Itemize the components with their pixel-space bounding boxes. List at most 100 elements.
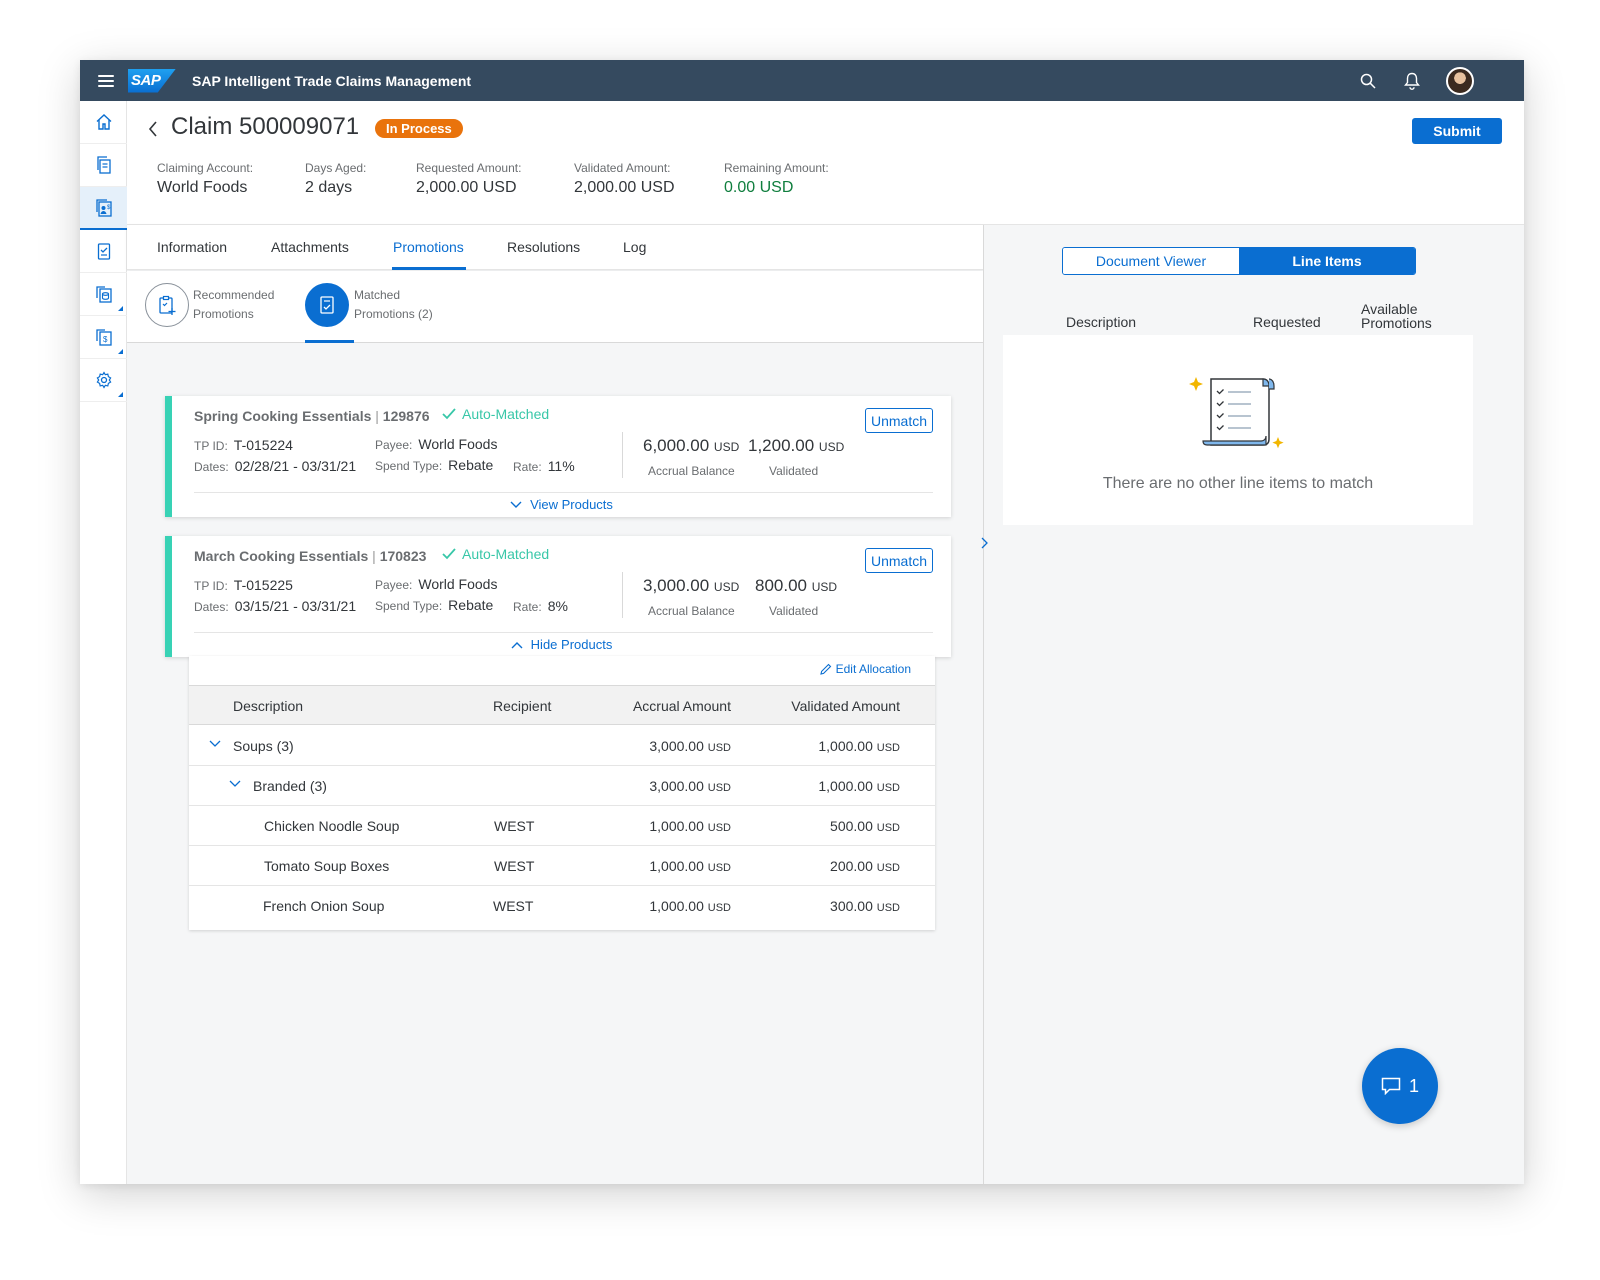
column-header-requested[interactable]: Requested	[1253, 315, 1321, 329]
currency: USD	[713, 440, 740, 454]
comment-count: 1	[1408, 1075, 1419, 1096]
column-header-recipient[interactable]: Recipient	[493, 698, 551, 714]
validated-label: Validated	[769, 464, 819, 478]
nav-item-settlement[interactable]: $	[80, 316, 127, 359]
amount-value: 800.00	[755, 576, 807, 595]
menu-icon[interactable]	[98, 74, 114, 87]
table-row[interactable]: Tomato Soup Boxes WEST 1,000.00 USD 200.…	[189, 846, 935, 886]
promotion-subtabs: Recommended Promotions Matched Promotion…	[127, 271, 983, 343]
unmatch-button[interactable]: Unmatch	[865, 548, 933, 573]
divider	[622, 432, 623, 478]
column-header-available-promotions[interactable]: Available Promotions	[1361, 302, 1432, 330]
chevron-right-icon[interactable]	[980, 535, 990, 551]
currency: USD	[876, 782, 900, 794]
header-line: Available	[1361, 301, 1418, 317]
field-value: 8%	[547, 598, 568, 614]
dates-field: Dates: 03/15/21 - 03/31/21	[194, 598, 356, 614]
row-accrual: 3,000.00 USD	[649, 738, 731, 754]
currency: USD	[876, 742, 900, 754]
field-value: 11%	[547, 458, 575, 474]
tab-promotions[interactable]: Promotions	[393, 239, 464, 255]
nav-item-promotions[interactable]	[80, 273, 127, 316]
field-label: Spend Type:	[375, 599, 443, 613]
subtab-recommended-promotions[interactable]	[145, 283, 189, 327]
divider	[194, 492, 933, 493]
view-products-link[interactable]: View Products	[172, 497, 951, 512]
payee-field: Payee: World Foods	[375, 436, 497, 452]
currency: USD	[876, 862, 900, 874]
nav-item-home[interactable]	[80, 101, 127, 144]
row-description: Branded (3)	[253, 778, 327, 794]
nav-item-claims[interactable]: $	[80, 187, 127, 230]
tab-resolutions[interactable]: Resolutions	[507, 239, 580, 255]
subtab-matched-label[interactable]: Matched Promotions (2)	[354, 286, 433, 324]
field-label: Dates:	[194, 600, 229, 614]
submit-button[interactable]: Submit	[1412, 118, 1502, 144]
field-value: 03/15/21 - 03/31/21	[234, 598, 357, 614]
comment-icon	[1381, 1077, 1401, 1095]
search-icon[interactable]	[1358, 71, 1378, 91]
row-accrual: 3,000.00 USD	[649, 778, 731, 794]
chevron-down-icon[interactable]	[209, 740, 221, 748]
column-header-description[interactable]: Description	[233, 698, 303, 714]
row-recipient: WEST	[494, 818, 535, 834]
tab-attachments[interactable]: Attachments	[271, 239, 349, 255]
currency: USD	[876, 902, 900, 914]
column-header-accrual-amount[interactable]: Accrual Amount	[633, 698, 731, 714]
back-button[interactable]	[143, 117, 163, 141]
chevron-up-icon	[511, 641, 523, 648]
table-row[interactable]: French Onion Soup WEST 1,000.00 USD 300.…	[189, 886, 935, 926]
separator: |	[372, 548, 376, 564]
amount-value: 6,000.00	[643, 436, 710, 455]
nav-item-documents[interactable]	[80, 144, 127, 187]
table-row-group[interactable]: Soups (3) 3,000.00 USD 1,000.00 USD	[189, 726, 935, 766]
comments-button[interactable]: 1	[1362, 1048, 1438, 1124]
active-tab-indicator	[392, 267, 466, 270]
field-value: Rebate	[448, 597, 494, 613]
empty-checklist-illustration-icon	[1189, 377, 1284, 449]
subtab-label-line: Promotions (2)	[354, 307, 433, 321]
field-value: T-015224	[233, 437, 293, 453]
amount-value: 1,000.00	[649, 858, 704, 874]
segment-line-items[interactable]: Line Items	[1239, 248, 1415, 274]
unmatch-button[interactable]: Unmatch	[865, 408, 933, 433]
amount-value: 1,000.00	[649, 818, 704, 834]
subtab-matched-promotions[interactable]	[305, 283, 349, 327]
kpi-requested-amount: Requested Amount: 2,000.00 USD	[416, 161, 521, 197]
subtab-recommended-label[interactable]: Recommended Promotions	[193, 286, 274, 324]
segment-document-viewer[interactable]: Document Viewer	[1063, 248, 1239, 274]
sap-logo: SAP	[128, 68, 176, 93]
edit-allocation-link[interactable]: Edit Allocation	[819, 662, 911, 676]
amount-value: 1,000.00	[818, 778, 873, 794]
promotion-card: March Cooking Essentials | 170823 Auto-M…	[165, 536, 951, 657]
table-row[interactable]: Chicken Noodle Soup WEST 1,000.00 USD 50…	[189, 806, 935, 846]
claim-account-icon: $	[95, 198, 112, 217]
field-label: Payee:	[375, 438, 413, 452]
field-label: Dates:	[194, 460, 229, 474]
kpi-value: World Foods	[157, 179, 248, 196]
validated-amount: 1,200.00 USD	[748, 436, 844, 456]
auto-matched-status: Auto-Matched	[442, 546, 549, 562]
notification-bell-icon[interactable]	[1402, 71, 1422, 91]
tab-log[interactable]: Log	[623, 239, 646, 255]
kpi-remaining-amount: Remaining Amount: 0.00 USD	[724, 161, 829, 197]
checklist-icon	[97, 243, 110, 260]
header-line: Promotions	[1361, 315, 1432, 331]
hide-products-link[interactable]: Hide Products	[172, 637, 951, 652]
nav-item-settings[interactable]	[80, 359, 127, 402]
divider	[194, 632, 933, 633]
field-value: World Foods	[418, 576, 498, 592]
clipboard-add-icon	[159, 295, 176, 315]
tab-information[interactable]: Information	[157, 239, 227, 255]
user-avatar[interactable]	[1446, 66, 1474, 95]
row-description: Soups (3)	[233, 738, 294, 754]
nav-item-checklist[interactable]	[80, 230, 127, 273]
column-header-description[interactable]: Description	[1066, 315, 1136, 329]
side-navigation: $ $	[80, 101, 127, 1184]
match-status-text: Auto-Matched	[462, 546, 550, 562]
column-header-validated-amount[interactable]: Validated Amount	[791, 698, 900, 714]
empty-state: There are no other line items to match	[1003, 335, 1473, 525]
validated-label: Validated	[769, 604, 819, 618]
table-row-group[interactable]: Branded (3) 3,000.00 USD 1,000.00 USD	[189, 766, 935, 806]
chevron-down-icon[interactable]	[229, 780, 241, 788]
